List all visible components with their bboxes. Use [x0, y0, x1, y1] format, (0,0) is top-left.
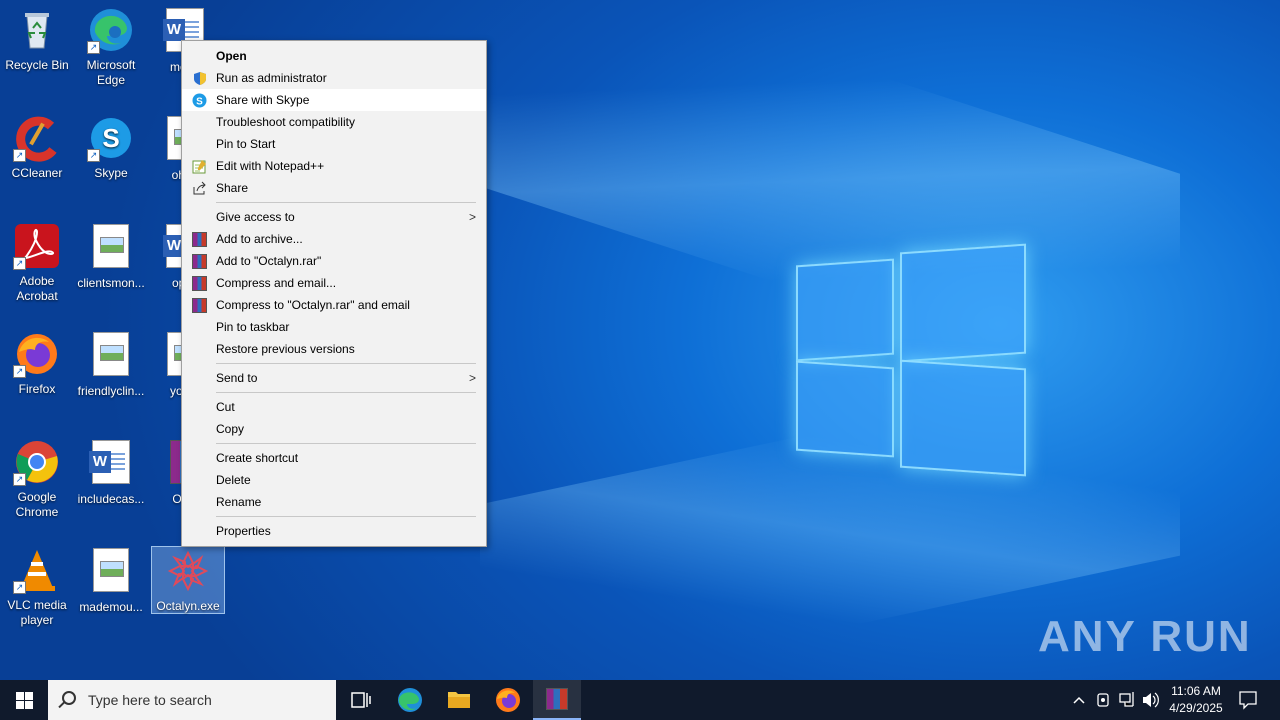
notification-icon [1239, 691, 1257, 710]
menu-item-open[interactable]: Open [182, 45, 486, 67]
menu-separator [216, 202, 476, 203]
desktop-icon-clientsmon[interactable]: clientsmon... [74, 222, 148, 291]
device-icon [1097, 693, 1109, 707]
image-doc-icon [87, 332, 135, 380]
context-menu: Open Run as administrator S Share with S… [181, 40, 487, 547]
edge-icon: ↗ [87, 6, 135, 54]
octalyn-icon [164, 547, 212, 595]
edge-icon [398, 688, 422, 712]
desktop-icon-includecas[interactable]: W includecas... [74, 438, 148, 507]
search-placeholder: Type here to search [88, 692, 212, 708]
menu-item-troubleshoot-compatibility[interactable]: Troubleshoot compatibility [182, 111, 486, 133]
skype-icon: S ↗ [87, 114, 135, 162]
file-explorer-icon [448, 692, 470, 708]
image-doc-icon [87, 224, 135, 272]
image-doc-icon [87, 548, 135, 596]
volume-tray-button[interactable] [1140, 680, 1160, 720]
menu-item-send-to[interactable]: Send to > [182, 367, 486, 389]
clock-time: 11:06 AM [1171, 684, 1221, 698]
notepad-plus-plus-icon [192, 159, 207, 174]
taskbar: Type here to search 11:06 AM 4/29/2025 [0, 680, 1280, 720]
winrar-icon [192, 298, 207, 313]
ccleaner-icon: ↗ [13, 114, 61, 162]
show-hidden-icons-button[interactable] [1070, 680, 1088, 720]
desktop-icon-chrome[interactable]: ↗ Google Chrome [0, 438, 74, 520]
chevron-up-icon [1073, 696, 1085, 704]
taskbar-search-box[interactable]: Type here to search [48, 680, 336, 720]
shield-icon [192, 71, 207, 86]
taskbar-winrar[interactable] [533, 680, 581, 720]
anyrun-watermark: ANY RUN [1038, 612, 1252, 661]
menu-item-cut[interactable]: Cut [182, 396, 486, 418]
chevron-right-icon: > [468, 210, 476, 224]
svg-text:S: S [196, 97, 203, 108]
menu-item-copy[interactable]: Copy [182, 418, 486, 440]
chevron-right-icon: > [468, 371, 476, 385]
menu-item-run-as-administrator[interactable]: Run as administrator [182, 67, 486, 89]
menu-item-edit-with-notepad-plus-plus[interactable]: Edit with Notepad++ [182, 155, 486, 177]
menu-item-give-access-to[interactable]: Give access to > [182, 206, 486, 228]
winrar-icon [192, 254, 207, 269]
desktop-icon-firefox[interactable]: ↗ Firefox [0, 330, 74, 397]
menu-item-compress-to-rar-and-email[interactable]: Compress to "Octalyn.rar" and email [182, 294, 486, 316]
winrar-icon [192, 232, 207, 247]
menu-item-share[interactable]: Share [182, 177, 486, 199]
menu-item-compress-and-email[interactable]: Compress and email... [182, 272, 486, 294]
search-icon [62, 691, 76, 705]
taskbar-task-view[interactable] [336, 680, 384, 720]
desktop-icon-friendlyclin[interactable]: friendlyclin... [74, 330, 148, 399]
menu-separator [216, 363, 476, 364]
network-tray-button[interactable] [1117, 680, 1137, 720]
word-doc-icon: W [87, 440, 135, 488]
action-center-button[interactable] [1236, 680, 1260, 720]
recycle-bin-icon [13, 6, 61, 54]
menu-item-pin-to-taskbar[interactable]: Pin to taskbar [182, 316, 486, 338]
menu-item-add-to-octalyn-rar[interactable]: Add to "Octalyn.rar" [182, 250, 486, 272]
desktop-icon-octalyn-exe[interactable]: Octalyn.exe [151, 546, 225, 614]
menu-item-share-with-skype[interactable]: S Share with Skype [182, 89, 486, 111]
menu-item-rename[interactable]: Rename [182, 491, 486, 513]
taskbar-edge[interactable] [386, 680, 434, 720]
desktop-icon-ccleaner[interactable]: ↗ CCleaner [0, 114, 74, 181]
menu-separator [216, 443, 476, 444]
chrome-icon: ↗ [13, 438, 61, 486]
menu-item-restore-previous-versions[interactable]: Restore previous versions [182, 338, 486, 360]
desktop-icon-recycle-bin[interactable]: Recycle Bin [0, 6, 74, 73]
menu-item-properties[interactable]: Properties [182, 520, 486, 542]
menu-item-delete[interactable]: Delete [182, 469, 486, 491]
desktop-icon-skype[interactable]: S ↗ Skype [74, 114, 148, 181]
desktop-icon-edge[interactable]: ↗ Microsoft Edge [74, 6, 148, 88]
svg-text:S: S [102, 123, 119, 153]
firefox-icon: ↗ [13, 330, 61, 378]
clock-date: 4/29/2025 [1169, 701, 1223, 715]
desktop-icon-mademou[interactable]: mademou... [74, 546, 148, 615]
taskbar-clock[interactable]: 11:06 AM 4/29/2025 [1158, 683, 1234, 717]
tray-app-icon[interactable] [1094, 680, 1112, 720]
desktop-icon-acrobat[interactable]: ↗ Adobe Acrobat [0, 222, 74, 304]
vlc-icon: ↗ [13, 546, 61, 594]
skype-icon: S [192, 93, 207, 108]
firefox-icon [496, 688, 520, 712]
menu-separator [216, 516, 476, 517]
share-icon [192, 181, 207, 196]
menu-item-pin-to-start[interactable]: Pin to Start [182, 133, 486, 155]
desktop-icon-vlc[interactable]: ↗ VLC media player [0, 546, 74, 628]
taskbar-file-explorer[interactable] [435, 680, 483, 720]
start-button[interactable] [0, 680, 48, 720]
network-icon [1119, 692, 1134, 707]
winrar-icon [192, 276, 207, 291]
menu-item-add-to-archive[interactable]: Add to archive... [182, 228, 486, 250]
winrar-icon [546, 688, 568, 710]
windows-logo-wallpaper [796, 242, 1028, 478]
task-view-icon [351, 692, 371, 708]
menu-item-create-shortcut[interactable]: Create shortcut [182, 447, 486, 469]
acrobat-icon: ↗ [13, 222, 61, 270]
taskbar-firefox[interactable] [484, 680, 532, 720]
menu-separator [216, 392, 476, 393]
speaker-icon [1143, 692, 1159, 708]
